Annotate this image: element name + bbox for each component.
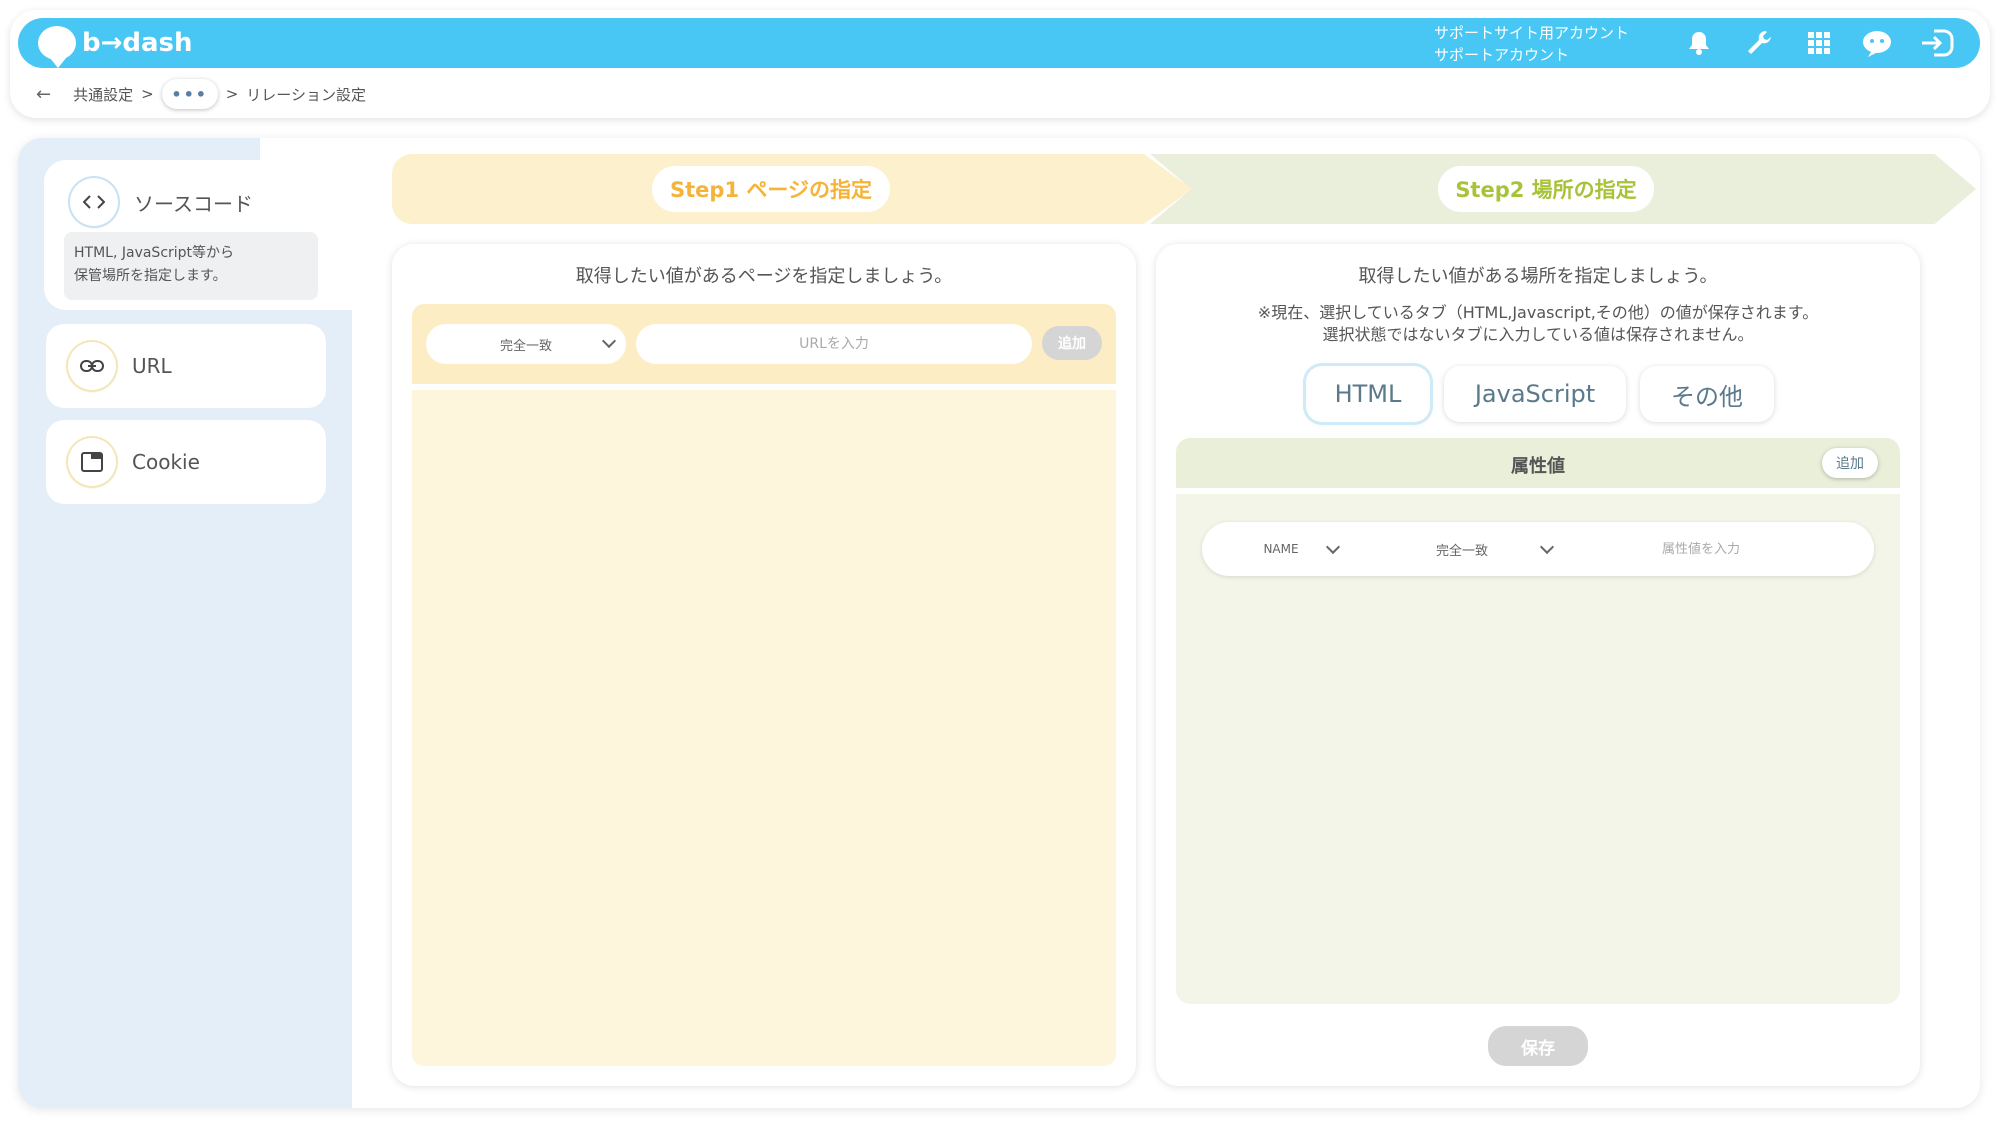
save-note: ※現在、選択しているタブ（HTML,Javascript,その他）の値が保存され… (1156, 302, 1920, 346)
logo-bubble-icon (38, 26, 76, 68)
step1-label: Step1 ページの指定 (652, 166, 890, 212)
page-spec-title: 取得したい値があるページを指定しましょう。 (575, 266, 953, 287)
url-input[interactable] (636, 324, 1032, 364)
bell-icon[interactable] (1682, 26, 1716, 60)
tab-other[interactable]: その他 (1640, 366, 1774, 422)
logo[interactable]: b→dash (38, 24, 193, 68)
description-line: HTML, JavaScript等から (74, 245, 235, 261)
sidebar-item-url[interactable]: URL (46, 324, 326, 408)
sidebar-item-label: ソースコード (134, 191, 253, 216)
grid-icon[interactable] (1802, 26, 1836, 60)
match-type-select[interactable]: 完全一致 (426, 324, 626, 364)
sidebar-item-description: HTML, JavaScript等から 保管場所を指定します。 (64, 232, 318, 300)
breadcrumb-more-button[interactable]: ••• (161, 79, 218, 109)
attribute-name-value: NAME (1263, 542, 1299, 556)
logout-icon[interactable] (1920, 26, 1954, 60)
account-name: サポートアカウント (1434, 46, 1570, 64)
note-line: ※現在、選択しているタブ（HTML,Javascript,その他）の値が保存され… (1257, 303, 1819, 322)
top-bar: b→dash サポートサイト用アカウント サポートアカウント (18, 18, 1980, 68)
chevron-down-icon (1325, 539, 1341, 555)
chevron-down-icon (1539, 539, 1555, 555)
url-list-area (412, 390, 1116, 1066)
attribute-match-value: 完全一致 (1435, 543, 1488, 559)
sidebar-item-label: URL (132, 354, 172, 378)
attribute-match-select[interactable]: 完全一致 (1360, 530, 1564, 568)
breadcrumb-separator: > (141, 85, 154, 103)
tab-javascript[interactable]: JavaScript (1444, 366, 1626, 422)
sidebar-item-label: Cookie (132, 450, 200, 474)
add-attribute-button[interactable]: 追加 (1822, 448, 1878, 478)
breadcrumb-item-common-settings[interactable]: 共通設定 (73, 84, 133, 105)
note-line: 選択状態ではないタブに入力している値は保存されません。 (1322, 325, 1754, 344)
description-line: 保管場所を指定します。 (74, 268, 227, 284)
logo-text: b→dash (82, 28, 193, 58)
breadcrumb: ← 共通設定 > ••• > リレーション設定 (36, 79, 366, 109)
chat-bot-icon[interactable] (1860, 26, 1894, 60)
sidebar-item-cookie[interactable]: Cookie (46, 420, 326, 504)
sidebar-notch (260, 138, 360, 162)
account-info[interactable]: サポートサイト用アカウント サポートアカウント (1434, 22, 1629, 66)
breadcrumb-separator: > (225, 85, 239, 103)
window-icon (68, 438, 116, 486)
match-type-value: 完全一致 (499, 338, 552, 354)
attribute-name-select[interactable]: NAME (1212, 530, 1350, 568)
chevron-down-icon (601, 333, 617, 349)
tab-html[interactable]: HTML (1306, 366, 1430, 422)
attribute-header-label: 属性値 (1511, 456, 1565, 477)
attribute-header: 属性値 (1176, 438, 1900, 488)
step2-label: Step2 場所の指定 (1438, 166, 1654, 212)
save-button[interactable]: 保存 (1488, 1026, 1588, 1066)
link-icon (68, 342, 116, 390)
breadcrumb-current: リレーション設定 (246, 85, 366, 104)
wrench-icon[interactable] (1742, 26, 1776, 60)
back-arrow-icon[interactable]: ← (36, 84, 51, 105)
attribute-value-input[interactable] (1574, 530, 1828, 568)
account-org: サポートサイト用アカウント (1434, 24, 1630, 42)
code-icon (70, 178, 118, 226)
location-spec-title: 取得したい値がある場所を指定しましょう。 (1358, 266, 1718, 287)
add-url-button[interactable]: 追加 (1042, 326, 1102, 360)
